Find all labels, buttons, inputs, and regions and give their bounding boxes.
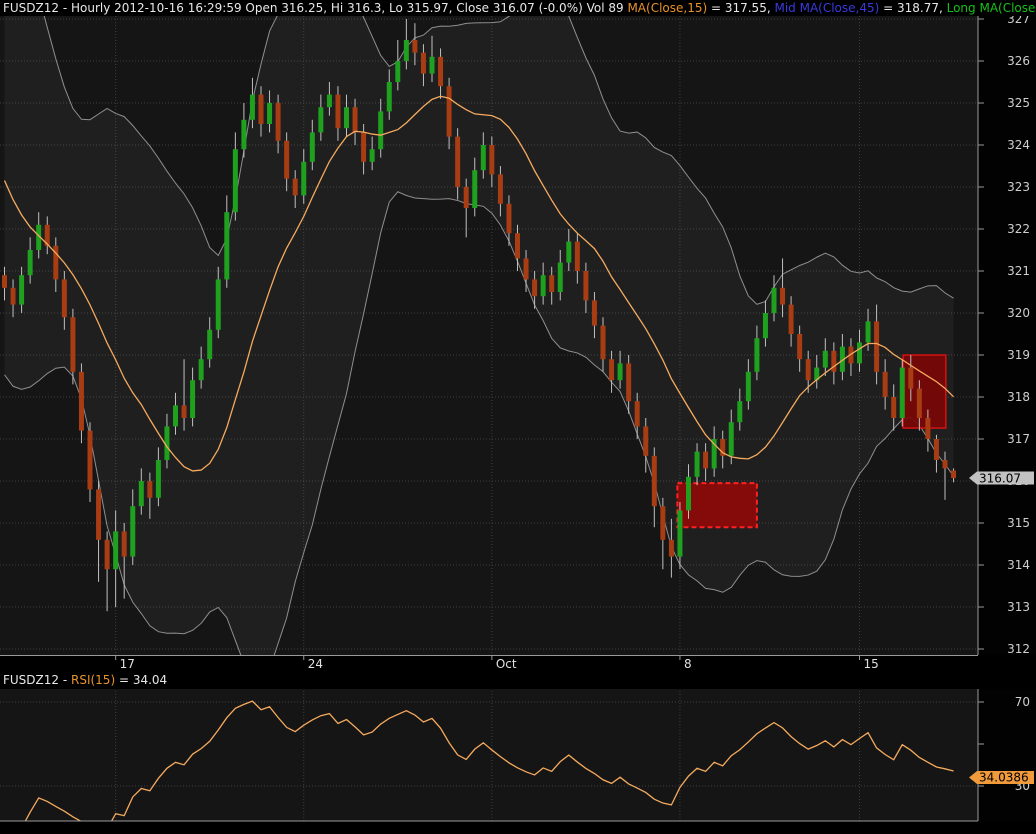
- svg-text:70: 70: [1015, 695, 1030, 709]
- svg-text:318: 318: [1007, 390, 1030, 404]
- title-ma45-label: Mid MA(Close,45): [774, 1, 880, 15]
- drawing-box-2[interactable]: [902, 354, 947, 429]
- svg-text:326: 326: [1007, 54, 1030, 68]
- chart-canvas[interactable]: 3273263253243233223213203193183173163153…: [0, 0, 1036, 834]
- svg-text:34.0386: 34.0386: [979, 771, 1029, 785]
- svg-text:314: 314: [1007, 558, 1030, 572]
- title-ma15-value: = 317.55,: [707, 1, 775, 15]
- svg-text:321: 321: [1007, 264, 1030, 278]
- title-ma45-value: = 318.77,: [879, 1, 947, 15]
- rsi-value-badge: 34.0386: [969, 771, 1034, 785]
- svg-text:24: 24: [308, 657, 323, 671]
- svg-text:315: 315: [1007, 516, 1030, 530]
- time-axis: 17 24 Oct 8 15: [0, 655, 1036, 672]
- rsi-title-study: RSI(15): [71, 673, 116, 687]
- svg-text:17: 17: [120, 657, 135, 671]
- svg-text:322: 322: [1007, 222, 1030, 236]
- svg-text:Oct: Oct: [496, 657, 517, 671]
- rsi-plot-background[interactable]: [0, 688, 978, 821]
- price-chart-title-bar: FUSDZ12 - Hourly 2012-10-16 16:29:59 Ope…: [0, 0, 1036, 16]
- rsi-title-symbol: FUSDZ12 -: [3, 673, 71, 687]
- svg-text:320: 320: [1007, 306, 1030, 320]
- svg-text:325: 325: [1007, 96, 1030, 110]
- svg-text:323: 323: [1007, 180, 1030, 194]
- last-price-badge: 316.07: [969, 471, 1034, 485]
- rsi-panel-title-bar: FUSDZ12 - RSI(15) = 34.04: [0, 672, 1036, 689]
- svg-text:317: 317: [1007, 432, 1030, 446]
- chart-application-window: 3273263253243233223213203193183173163153…: [0, 0, 1036, 834]
- title-ma100-label: Long MA(Close,100): [946, 1, 1036, 15]
- svg-text:316.07: 316.07: [979, 471, 1021, 485]
- svg-text:319: 319: [1007, 348, 1030, 362]
- title-ma15-label: MA(Close,15): [627, 1, 708, 15]
- svg-text:313: 313: [1007, 600, 1030, 614]
- svg-text:324: 324: [1007, 138, 1030, 152]
- title-ohlc-info: FUSDZ12 - Hourly 2012-10-16 16:29:59 Ope…: [3, 1, 628, 15]
- svg-text:15: 15: [864, 657, 879, 671]
- svg-text:312: 312: [1007, 642, 1030, 656]
- svg-text:8: 8: [684, 657, 692, 671]
- rsi-title-value: = 34.04: [115, 673, 168, 687]
